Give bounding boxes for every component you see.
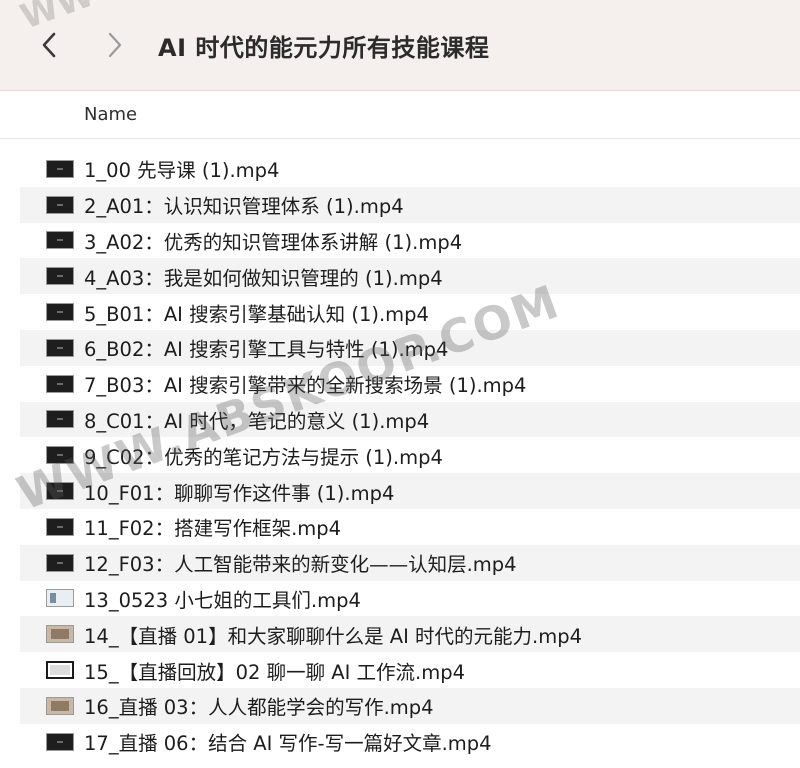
file-name: 13_0523 小七姐的工具们.mp4 [84,588,361,612]
video-thumbnail-icon [46,517,74,536]
video-thumbnail-icon [46,589,74,608]
file-list: 1_00 先导课 (1).mp4 2_A01：认识知识管理体系 (1).mp4 3_… [20,151,800,760]
file-row[interactable]: 15_【直播回放】02 聊一聊 AI 工作流.mp4 [20,652,800,688]
file-name: 11_F02：搭建写作框架.mp4 [84,517,342,541]
video-thumbnail-icon [46,446,74,465]
video-thumbnail-icon [46,195,74,214]
file-row[interactable]: 11_F02：搭建写作框架.mp4 [20,509,800,545]
column-header-row: Name [0,91,800,139]
file-row[interactable]: 3_A02：优秀的知识管理体系讲解 (1).mp4 [20,223,800,259]
video-thumbnail-icon [46,374,74,393]
file-row[interactable]: 6_B02：AI 搜索引擎工具与特性 (1).mp4 [20,329,800,366]
file-row[interactable]: 4_A03：我是如何做知识管理的 (1).mp4 [20,258,800,295]
video-thumbnail-icon [46,267,74,286]
file-name: 16_直播 03：人人都能学会的写作.mp4 [84,696,434,720]
video-thumbnail-icon [46,231,74,250]
file-name: 5_B01：AI 搜索引擎基础认知 (1).mp4 [84,302,429,326]
video-thumbnail-icon [46,159,74,178]
video-thumbnail-icon [46,625,74,644]
file-name: 9_C02：优秀的笔记方法与提示 (1).mp4 [84,445,443,469]
file-name: 1_00 先导课 (1).mp4 [84,159,280,183]
file-name: 8_C01：AI 时代，笔记的意义 (1).mp4 [84,409,430,433]
chevron-right-icon [108,32,122,58]
title-bar: AI 时代的能元力所有技能课程 [0,0,800,91]
file-name: 6_B02：AI 搜索引擎工具与特性 (1).mp4 [84,338,449,362]
file-row[interactable]: 2_A01：认识知识管理体系 (1).mp4 [20,186,800,223]
video-thumbnail-icon [46,696,74,715]
video-thumbnail-icon [46,482,74,501]
file-row[interactable]: 8_C01：AI 时代，笔记的意义 (1).mp4 [20,401,800,438]
video-thumbnail-icon [46,732,74,751]
file-name: 17_直播 06：结合 AI 写作-写一篇好文章.mp4 [84,732,492,756]
file-row[interactable]: 17_直播 06：结合 AI 写作-写一篇好文章.mp4 [20,724,800,760]
file-name: 14_【直播 01】和大家聊聊什么是 AI 时代的元能力.mp4 [84,624,583,648]
file-row[interactable]: 14_【直播 01】和大家聊聊什么是 AI 时代的元能力.mp4 [20,616,800,653]
file-name: 12_F03：人工智能带来的新变化——认知层.mp4 [84,553,517,577]
file-name: 10_F01：聊聊写作这件事 (1).mp4 [84,481,395,505]
file-row[interactable]: 7_B03：AI 搜索引擎带来的全新搜索场景 (1).mp4 [20,366,800,402]
file-row[interactable]: 16_直播 03：人人都能学会的写作.mp4 [20,687,800,724]
window-title: AI 时代的能元力所有技能课程 [158,34,490,62]
video-thumbnail-icon [46,338,74,357]
column-header-name[interactable]: Name [84,104,137,125]
chevron-left-icon [42,32,56,58]
video-thumbnail-icon [46,410,74,429]
file-row[interactable]: 13_0523 小七姐的工具们.mp4 [20,581,800,617]
file-row[interactable]: 5_B01：AI 搜索引擎基础认知 (1).mp4 [20,294,800,330]
finder-window: AI 时代的能元力所有技能课程 Name 1_00 先导课 (1).mp4 2_A… [0,0,800,768]
file-row[interactable]: 1_00 先导课 (1).mp4 [20,151,800,187]
file-name: 15_【直播回放】02 聊一聊 AI 工作流.mp4 [84,660,466,684]
file-row[interactable]: 12_F03：人工智能带来的新变化——认知层.mp4 [20,544,800,581]
file-name: 2_A01：认识知识管理体系 (1).mp4 [84,195,404,219]
file-row[interactable]: 10_F01：聊聊写作这件事 (1).mp4 [20,473,800,509]
file-name: 7_B03：AI 搜索引擎带来的全新搜索场景 (1).mp4 [84,374,527,398]
file-name: 4_A03：我是如何做知识管理的 (1).mp4 [84,266,443,290]
video-thumbnail-icon [46,303,74,322]
video-thumbnail-icon [46,661,74,680]
file-name: 3_A02：优秀的知识管理体系讲解 (1).mp4 [84,230,463,254]
file-row[interactable]: 9_C02：优秀的笔记方法与提示 (1).mp4 [20,437,800,473]
back-button[interactable] [34,27,64,63]
forward-button[interactable] [100,27,130,63]
video-thumbnail-icon [46,553,74,572]
